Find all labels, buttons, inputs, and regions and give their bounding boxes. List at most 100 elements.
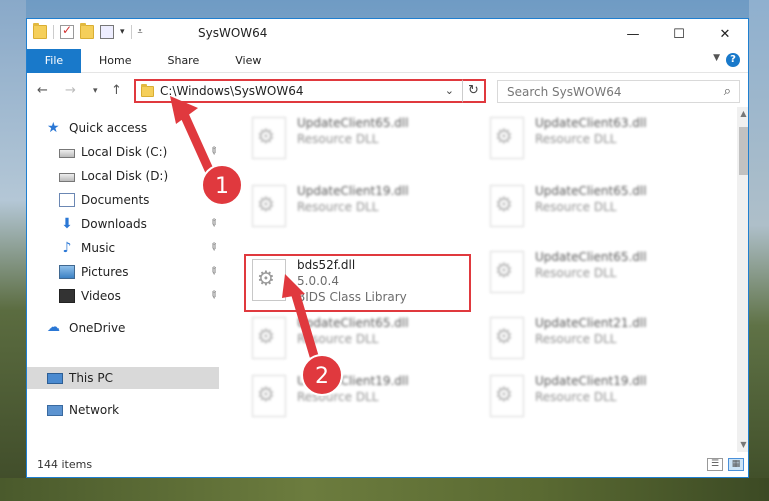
sidebar-item-pictures[interactable]: Pictures ✎: [27, 261, 220, 283]
file-tile[interactable]: UpdateClient19.dll Resource DLL: [246, 371, 471, 423]
sidebar-item-this-pc[interactable]: This PC: [27, 367, 219, 389]
star-icon: ★: [47, 120, 60, 136]
file-tile[interactable]: UpdateClient65.dll Resource DLL: [484, 247, 709, 299]
network-icon: [47, 405, 63, 416]
status-bar: 144 items ☰ ▦: [27, 452, 748, 477]
chevron-down-icon[interactable]: ▾: [120, 27, 125, 37]
new-folder-icon[interactable]: [80, 23, 94, 39]
sidebar-item-local-disk-c[interactable]: Local Disk (C:) ✎: [27, 141, 220, 163]
folder-icon[interactable]: [33, 23, 47, 39]
forward-arrow-icon[interactable]: →: [65, 83, 76, 98]
file-name: UpdateClient21.dll: [535, 316, 647, 330]
file-tile[interactable]: UpdateClient21.dll Resource DLL: [484, 313, 709, 365]
large-icons-view-icon[interactable]: ▦: [728, 458, 744, 471]
desktop-background-right: [749, 0, 769, 501]
sidebar-item-documents[interactable]: Documents ✎: [27, 189, 220, 211]
address-path[interactable]: C:\Windows\SysWOW64: [160, 84, 304, 98]
search-input[interactable]: Search SysWOW64: [507, 85, 621, 99]
pin-icon: ✎: [205, 144, 220, 159]
properties-icon[interactable]: [60, 23, 74, 39]
file-description: Resource DLL: [535, 390, 617, 404]
sidebar-item-label: OneDrive: [69, 321, 126, 335]
search-box[interactable]: Search SysWOW64 ⌕: [497, 80, 740, 103]
tab-home[interactable]: Home: [81, 49, 149, 73]
chevron-down-icon[interactable]: ⌄: [445, 84, 454, 97]
sidebar-item-quick-access[interactable]: ★ Quick access: [27, 117, 219, 139]
close-button[interactable]: ✕: [702, 19, 748, 49]
refresh-icon: ↻: [468, 83, 479, 98]
recent-locations-icon[interactable]: ▾: [93, 86, 98, 96]
file-name: UpdateClient19.dll: [297, 374, 409, 388]
sidebar-item-music[interactable]: ♪ Music ✎: [27, 237, 220, 259]
sidebar-item-videos[interactable]: Videos ✎: [27, 285, 220, 307]
dll-file-icon: [490, 117, 524, 159]
sidebar-item-label: Pictures: [81, 265, 129, 279]
search-icon[interactable]: ⌕: [724, 84, 731, 99]
refresh-button[interactable]: ↻: [462, 79, 486, 103]
computer-icon: [47, 373, 63, 384]
sidebar-item-label: Local Disk (C:): [81, 145, 168, 159]
tab-view[interactable]: View: [217, 49, 279, 73]
sidebar-item-label: Network: [69, 403, 120, 417]
sidebar-item-downloads[interactable]: ⬇ Downloads ✎: [27, 213, 220, 235]
sidebar-item-label: Videos: [81, 289, 121, 303]
file-description: Resource DLL: [297, 390, 379, 404]
dll-file-icon: [252, 185, 286, 227]
file-tile[interactable]: UpdateClient65.dll Resource DLL: [246, 113, 471, 165]
dll-file-icon: [490, 185, 524, 227]
scroll-up-icon[interactable]: ▲: [737, 107, 748, 121]
sidebar-item-onedrive[interactable]: ☁ OneDrive: [27, 317, 219, 339]
dll-file-icon: [490, 251, 524, 293]
sidebar-item-network[interactable]: Network: [27, 399, 219, 421]
ribbon-tabs: File Home Share View: [27, 49, 748, 73]
pin-icon: ✎: [205, 240, 220, 255]
file-tile[interactable]: UpdateClient65.dll Resource DLL: [484, 181, 709, 233]
folder-icon: [141, 84, 154, 97]
navigation-pane: ★ Quick access Local Disk (C:) ✎ Local D…: [27, 107, 220, 452]
minimize-button[interactable]: —: [610, 19, 656, 49]
back-arrow-icon[interactable]: ←: [37, 83, 48, 98]
maximize-button[interactable]: ☐: [656, 19, 702, 49]
file-name: UpdateClient19.dll: [297, 184, 409, 198]
address-bar[interactable]: C:\Windows\SysWOW64 ⌄: [134, 79, 486, 103]
dll-file-icon: [252, 375, 286, 417]
documents-icon: [59, 193, 75, 207]
cloud-icon: ☁: [47, 320, 60, 335]
scrollbar-thumb[interactable]: [739, 127, 748, 175]
quick-access-toolbar: ▾ ⩡: [33, 23, 143, 39]
toolbar-separator: [130, 25, 132, 39]
up-arrow-icon[interactable]: ↑: [111, 83, 122, 98]
music-icon: ♪: [62, 240, 72, 256]
pictures-icon: [59, 265, 75, 279]
file-tile[interactable]: UpdateClient19.dll Resource DLL: [484, 371, 709, 423]
vertical-scrollbar[interactable]: ▲ ▼: [737, 107, 748, 452]
details-view-icon[interactable]: ☰: [707, 458, 723, 471]
tab-share[interactable]: Share: [149, 49, 217, 73]
disk-icon: [59, 149, 75, 158]
file-name: UpdateClient65.dll: [297, 116, 409, 130]
annotation-highlight-box: [244, 254, 471, 312]
view-options-icon[interactable]: [100, 25, 114, 39]
file-explorer-window: ▾ ⩡ SysWOW64 — ☐ ✕ File Home Share View …: [26, 18, 749, 478]
file-name: UpdateClient63.dll: [535, 116, 647, 130]
pin-icon: ✎: [205, 288, 220, 303]
pin-icon: ✎: [205, 264, 220, 279]
file-tile[interactable]: UpdateClient63.dll Resource DLL: [484, 113, 709, 165]
videos-icon: [59, 289, 75, 303]
chevron-down-icon[interactable]: ▼: [713, 53, 720, 63]
navigation-bar: ← → ▾ ↑ C:\Windows\SysWOW64 ⌄ ↻ Search S…: [27, 75, 748, 107]
file-tile[interactable]: UpdateClient19.dll Resource DLL: [246, 181, 471, 233]
file-name: UpdateClient19.dll: [535, 374, 647, 388]
file-description: Resource DLL: [297, 132, 379, 146]
sidebar-item-label: Downloads: [81, 217, 147, 231]
file-description: Resource DLL: [297, 332, 379, 346]
file-name: UpdateClient65.dll: [535, 250, 647, 264]
file-list: UpdateClient65.dll Resource DLL UpdateCl…: [219, 107, 737, 452]
help-icon[interactable]: ?: [726, 53, 740, 67]
file-tile[interactable]: UpdateClient65.dll Resource DLL: [246, 313, 471, 365]
tab-file[interactable]: File: [27, 49, 81, 73]
scroll-down-icon[interactable]: ▼: [737, 438, 748, 452]
desktop-background-left: [0, 0, 26, 501]
customize-toolbar-icon[interactable]: ⩡: [138, 27, 143, 37]
sidebar-item-local-disk-d[interactable]: Local Disk (D:): [27, 165, 219, 187]
